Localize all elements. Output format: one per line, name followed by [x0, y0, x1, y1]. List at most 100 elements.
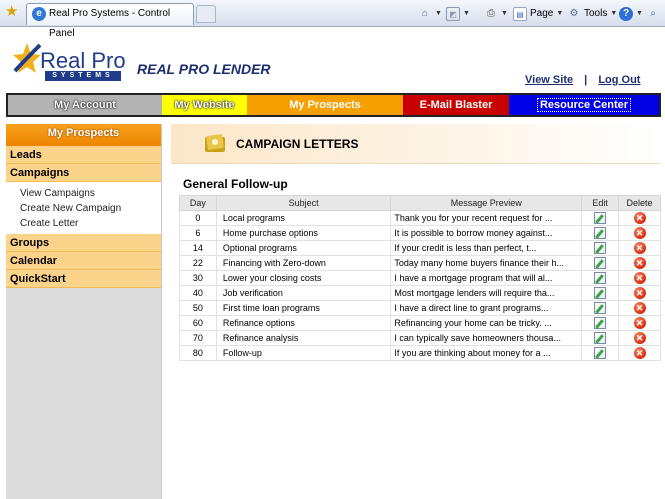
cell-edit [581, 330, 620, 346]
table-row: 22 Financing with Zero-down Today many h… [179, 255, 661, 271]
edit-icon[interactable] [594, 212, 607, 224]
cell-day: 22 [179, 255, 217, 271]
chevron-down-icon: ▼ [435, 10, 442, 17]
delete-icon[interactable]: ✕ [633, 317, 646, 329]
cell-edit [581, 255, 620, 271]
new-tab-button[interactable] [196, 5, 216, 23]
feeds-button[interactable]: ◩ ▼ [446, 5, 470, 23]
delete-icon[interactable]: ✕ [633, 227, 646, 239]
sidebar-item-leads[interactable]: Leads [6, 146, 161, 164]
view-site-link[interactable]: View Site [525, 74, 573, 86]
delete-icon[interactable]: ✕ [633, 257, 646, 269]
nav-resource-center[interactable]: Resource Center [509, 95, 659, 115]
edit-icon[interactable] [594, 227, 607, 239]
edit-icon[interactable] [594, 317, 607, 329]
page-menu-label: Page [530, 8, 554, 19]
browser-tab[interactable]: e Real Pro Systems - Control Panel [26, 3, 194, 39]
create-letter-link[interactable]: Create Letter [6, 216, 161, 231]
delete-icon[interactable]: ✕ [633, 242, 646, 254]
home-icon: ⌂ [421, 8, 429, 19]
cell-day: 60 [179, 315, 217, 331]
page-menu[interactable]: ▤ Page ▼ [513, 5, 563, 23]
nav-my-website[interactable]: My Website [162, 95, 247, 115]
edit-icon[interactable] [594, 347, 607, 359]
cell-delete: ✕ [618, 300, 661, 316]
cell-delete: ✕ [618, 345, 661, 361]
delete-icon[interactable]: ✕ [633, 302, 646, 314]
chevron-down-icon: ▼ [610, 10, 618, 17]
table-row: 14 Optional programs If your credit is l… [179, 240, 661, 256]
edit-icon[interactable] [594, 302, 607, 314]
cell-day: 14 [179, 240, 217, 256]
cell-subject: Local programs [215, 210, 392, 226]
column-header-subject: Subject [215, 195, 392, 211]
main-content: CAMPAIGN LETTERS General Follow-up Day S… [163, 124, 661, 499]
cell-day: 50 [179, 300, 217, 316]
cell-edit [581, 240, 620, 256]
cell-subject: Home purchase options [215, 225, 392, 241]
edit-icon[interactable] [594, 272, 607, 284]
view-campaigns-link[interactable]: View Campaigns [6, 186, 161, 201]
cell-delete: ✕ [618, 330, 661, 346]
tools-menu-label: Tools [584, 8, 608, 19]
print-icon: ⎙ [487, 8, 495, 19]
sidebar-heading: My Prospects [6, 124, 161, 146]
main-nav: My Account My Website My Prospects E-Mai… [6, 93, 661, 117]
table-row: 30 Lower your closing costs I have a mor… [179, 270, 661, 286]
cell-edit [581, 285, 620, 301]
cell-delete: ✕ [618, 315, 661, 331]
delete-icon[interactable]: ✕ [633, 272, 646, 284]
delete-icon[interactable]: ✕ [633, 212, 646, 224]
cell-preview: Refinancing your home can be tricky. ... [390, 315, 583, 331]
edit-icon[interactable] [594, 332, 607, 344]
title-band: CAMPAIGN LETTERS [171, 124, 661, 164]
cell-preview: Thank you for your recent request for ..… [390, 210, 583, 226]
cell-delete: ✕ [618, 210, 661, 226]
cell-delete: ✕ [618, 225, 661, 241]
link-separator: | [584, 74, 588, 86]
cell-subject: Optional programs [215, 240, 392, 256]
page-title: CAMPAIGN LETTERS [236, 137, 359, 151]
cell-subject: First time loan programs [215, 300, 392, 316]
edit-icon[interactable] [594, 257, 607, 269]
cell-day: 6 [179, 225, 217, 241]
log-out-link[interactable]: Log Out [598, 74, 640, 86]
favorites-star-icon[interactable]: ★ [5, 4, 21, 20]
home-button[interactable]: ⌂ ▼ [418, 5, 442, 23]
logo-subtext: SYSTEMS [45, 71, 121, 81]
campaigns-submenu: View Campaigns Create New Campaign Creat… [6, 182, 161, 234]
delete-icon[interactable]: ✕ [633, 287, 646, 299]
sidebar-item-quickstart[interactable]: QuickStart [6, 270, 161, 288]
chevron-down-icon: ▼ [556, 10, 564, 17]
browser-toolbar: ★ e Real Pro Systems - Control Panel ⌂ ▼ … [0, 0, 665, 39]
table-row: 70 Refinance analysis I can typically sa… [179, 330, 661, 346]
sidebar-item-campaigns[interactable]: Campaigns [6, 164, 161, 182]
edit-icon[interactable] [594, 242, 607, 254]
column-header-delete: Delete [618, 195, 661, 211]
print-button[interactable]: ⎙ ▼ [484, 5, 508, 23]
campaign-letters-table: Day Subject Message Preview Edit Delete … [179, 195, 661, 361]
tools-menu[interactable]: ⚙ Tools ▼ [567, 5, 618, 23]
edit-icon[interactable] [594, 287, 607, 299]
help-button[interactable]: ? ▼ [619, 5, 643, 23]
sidebar-item-groups[interactable]: Groups [6, 234, 161, 252]
cell-edit [581, 225, 620, 241]
cell-delete: ✕ [618, 270, 661, 286]
create-new-campaign-link[interactable]: Create New Campaign [6, 201, 161, 216]
nav-email-blaster[interactable]: E-Mail Blaster [403, 95, 509, 115]
delete-icon[interactable]: ✕ [633, 332, 646, 344]
sidebar-item-calendar[interactable]: Calendar [6, 252, 161, 270]
ie-page-icon: e [32, 7, 46, 21]
chevron-down-icon: ▼ [463, 10, 470, 17]
research-button[interactable]: ⌕ [646, 5, 660, 23]
nav-my-account[interactable]: My Account [8, 95, 162, 115]
table-row: 6 Home purchase options It is possible t… [179, 225, 661, 241]
cell-delete: ✕ [618, 285, 661, 301]
delete-icon[interactable]: ✕ [633, 347, 646, 359]
nav-resource-center-label: Resource Center [536, 98, 632, 112]
cell-edit [581, 210, 620, 226]
cell-subject: Refinance analysis [215, 330, 392, 346]
cell-edit [581, 300, 620, 316]
nav-my-prospects[interactable]: My Prospects [247, 95, 403, 115]
feeds-icon: ◩ [446, 7, 460, 21]
